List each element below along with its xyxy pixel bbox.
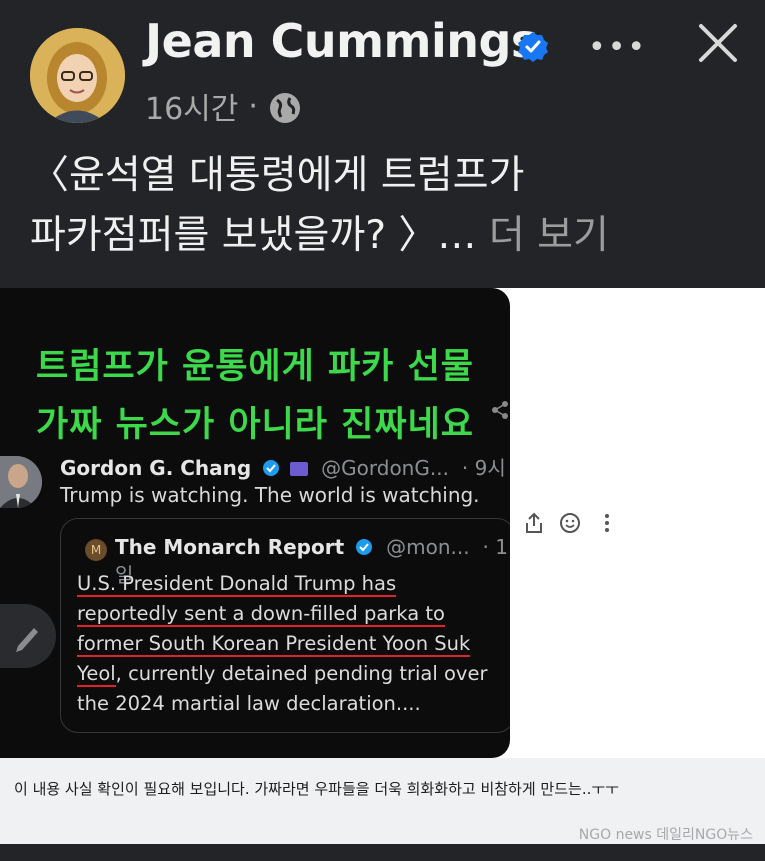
image-headline-line-1: 트럼프가 윤통에게 파카 선물 (36, 347, 474, 387)
close-icon[interactable] (693, 18, 743, 68)
facebook-post-screen: Jean Cummings ••• 16시간 · 〈윤석열 대통령에게 트럼프가… (0, 0, 765, 861)
share-action-icon[interactable] (523, 512, 545, 534)
author-avatar[interactable] (30, 28, 125, 123)
quoted-author-name: The Monarch Report (115, 535, 345, 559)
tweet-verified-icon (263, 460, 280, 476)
comment-strip: 이 내용 사실 확인이 필요해 보입니다. 가짜라면 우파들을 더욱 희화화하고… (0, 758, 765, 844)
public-globe-icon (269, 93, 300, 123)
post-body: 〈윤석열 대통령에게 트럼프가 파카점퍼를 보냈을까? 〉… 더 보기 (30, 146, 750, 266)
post-header: Jean Cummings ••• 16시간 · 〈윤석열 대통령에게 트럼프가… (0, 0, 765, 288)
edit-pencil-icon (0, 604, 56, 668)
quoted-handle: @mon... (386, 535, 470, 559)
post-text-line-2-content: 파카점퍼를 보냈을까? 〉… (30, 213, 477, 258)
quoted-line-5: the 2024 martial law declaration.... (77, 692, 421, 715)
see-more-link[interactable]: 더 보기 (489, 213, 609, 258)
tweet-handle: @GordonG... (321, 456, 449, 480)
quoted-line-3: former South Korean President Yoon Suk (77, 632, 471, 657)
affiliation-badge-icon (290, 462, 309, 476)
quoted-line-2: reportedly sent a down-filled parka to (77, 602, 445, 627)
tweet-text: Trump is watching. The world is watching… (60, 483, 480, 507)
image-more-options-icon[interactable] (596, 512, 618, 534)
quoted-line-4b: , currently detained pending trial over (115, 662, 488, 685)
quoted-verified-icon (356, 539, 373, 555)
tweet-author-avatar (0, 456, 42, 508)
post-text-line-2: 파카점퍼를 보냈을까? 〉… 더 보기 (30, 206, 750, 266)
post-time[interactable]: 16시간 (145, 84, 238, 128)
quoted-author-logo: M (85, 539, 107, 561)
more-options-icon[interactable]: ••• (588, 30, 647, 65)
image-headline-line-2: 가짜 뉴스가 아니라 진짜네요 (36, 405, 474, 445)
quoted-text: U.S. President Donald Trump has reported… (77, 569, 510, 719)
comment-text: 이 내용 사실 확인이 필요해 보입니다. 가짜라면 우파들을 더욱 희화화하고… (14, 780, 619, 798)
tweet-author-name: Gordon G. Chang (60, 456, 252, 480)
quoted-line-4a: Yeol (77, 662, 116, 687)
emoji-reaction-icon[interactable] (559, 512, 581, 534)
quoted-line-1: U.S. President Donald Trump has (77, 572, 397, 597)
tweet-time: · 9시 (461, 456, 506, 480)
post-meta: 16시간 · (145, 84, 302, 128)
verified-badge-icon (518, 32, 548, 62)
bottom-bar (0, 844, 765, 861)
author-name[interactable]: Jean Cummings (145, 14, 538, 68)
quoted-tweet: M The Monarch Report @mon... · 1일 U.S. P… (60, 518, 510, 733)
post-text-line-1: 〈윤석열 대통령에게 트럼프가 (30, 153, 525, 198)
meta-separator: · (248, 88, 258, 124)
share-icon (492, 401, 508, 419)
tweet-author: Gordon G. Chang @GordonG... · 9시 (60, 452, 506, 481)
watermark-logo: NGO news 데일리NGO뉴스 (578, 827, 753, 843)
embedded-screenshot-image[interactable]: 트럼프가 윤통에게 파카 선물 가짜 뉴스가 아니라 진짜네요 Gordon G… (0, 288, 510, 758)
